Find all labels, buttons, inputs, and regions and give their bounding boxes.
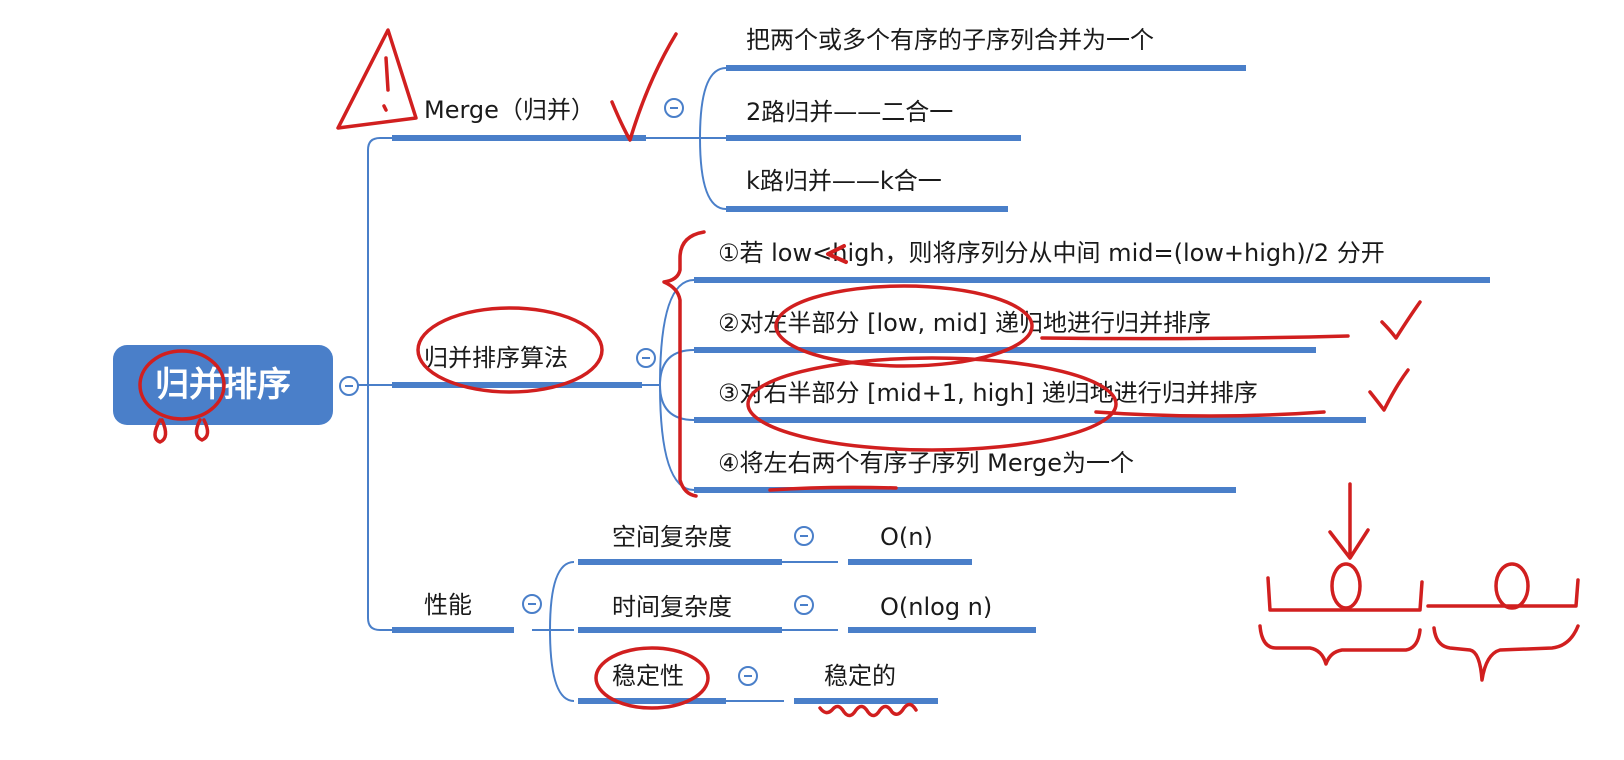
perf-item-3-collapse-button[interactable]: [738, 666, 758, 686]
perf-item-3-bar[interactable]: [578, 698, 726, 704]
algorithm-step-3-bar[interactable]: [694, 417, 1366, 423]
algorithm-step-1: ①若 low<high，则将序列分从中间 mid=(low+high)/2 分开: [718, 239, 1385, 267]
performance-collapse-button[interactable]: [522, 594, 542, 614]
algorithm-branch-bar[interactable]: [392, 382, 642, 388]
performance-branch-label: 性能: [424, 591, 472, 619]
perf-item-2-bar[interactable]: [578, 627, 782, 633]
algorithm-step-2-bar[interactable]: [694, 347, 1316, 353]
perf-item-3-name: 稳定性: [612, 662, 684, 690]
algorithm-step-4: ④将左右两个有序子序列 Merge为一个: [718, 449, 1135, 477]
merge-child-3-link: [699, 137, 727, 210]
performance-branch-bar[interactable]: [392, 627, 514, 633]
perf-item-2-collapse-button[interactable]: [794, 595, 814, 615]
perf-item-2-name: 时间复杂度: [612, 593, 732, 621]
merge-branch-bar[interactable]: [392, 135, 646, 141]
step-3-link: [659, 384, 695, 421]
merge-child-1: 把两个或多个有序的子序列合并为一个: [746, 26, 1154, 54]
step-4-link: [659, 384, 695, 491]
merge-child-2-bar[interactable]: [726, 135, 1021, 141]
algorithm-step-3: ③对右半部分 [mid+1, high] 递归地进行归并排序: [718, 379, 1258, 407]
perf-item-1-value-bar[interactable]: [848, 559, 972, 565]
algorithm-collapse-button[interactable]: [636, 348, 656, 368]
root-label: 归并排序: [155, 365, 291, 405]
mind-map-canvas: 归并排序 Merge（归并） 把两个或多个有序的子序列合并为一个 2路归并——二…: [0, 0, 1624, 760]
merge-child-3: k路归并——k合一: [746, 167, 942, 195]
merge-branch-label: Merge（归并）: [424, 96, 595, 124]
merge-child-1-bar[interactable]: [726, 65, 1246, 71]
perf-item-3-value: 稳定的: [824, 662, 896, 690]
trunk-to-performance: [367, 385, 392, 631]
perf-item-3-link: [549, 629, 575, 702]
root-node[interactable]: 归并排序: [113, 345, 333, 425]
algorithm-step-2: ②对左半部分 [low, mid] 递归地进行归并排序: [718, 309, 1212, 337]
step-2-link: [659, 349, 695, 386]
perf-item-1-value: O(n): [880, 523, 933, 551]
algorithm-step-1-bar[interactable]: [694, 277, 1490, 283]
merge-child-2: 2路归并——二合一: [746, 98, 954, 126]
root-collapse-button[interactable]: [339, 376, 359, 396]
perf-item-1-collapse-button[interactable]: [794, 526, 814, 546]
perf-item-2-value-bar[interactable]: [848, 627, 1036, 633]
perf-item-1-name: 空间复杂度: [612, 523, 732, 551]
merge-child-3-bar[interactable]: [726, 206, 1008, 212]
perf-item-2-value: O(nlog n): [880, 593, 993, 621]
merge-child-1-link: [699, 67, 727, 139]
perf-item-1-link: [549, 561, 575, 631]
step-1-link: [659, 279, 695, 386]
algorithm-branch-label: 归并排序算法: [424, 344, 568, 372]
algorithm-step-4-bar[interactable]: [694, 487, 1236, 493]
trunk-to-merge: [367, 137, 392, 385]
merge-collapse-button[interactable]: [664, 98, 684, 118]
perf-item-3-value-bar[interactable]: [794, 698, 938, 704]
perf-item-1-bar[interactable]: [578, 559, 782, 565]
